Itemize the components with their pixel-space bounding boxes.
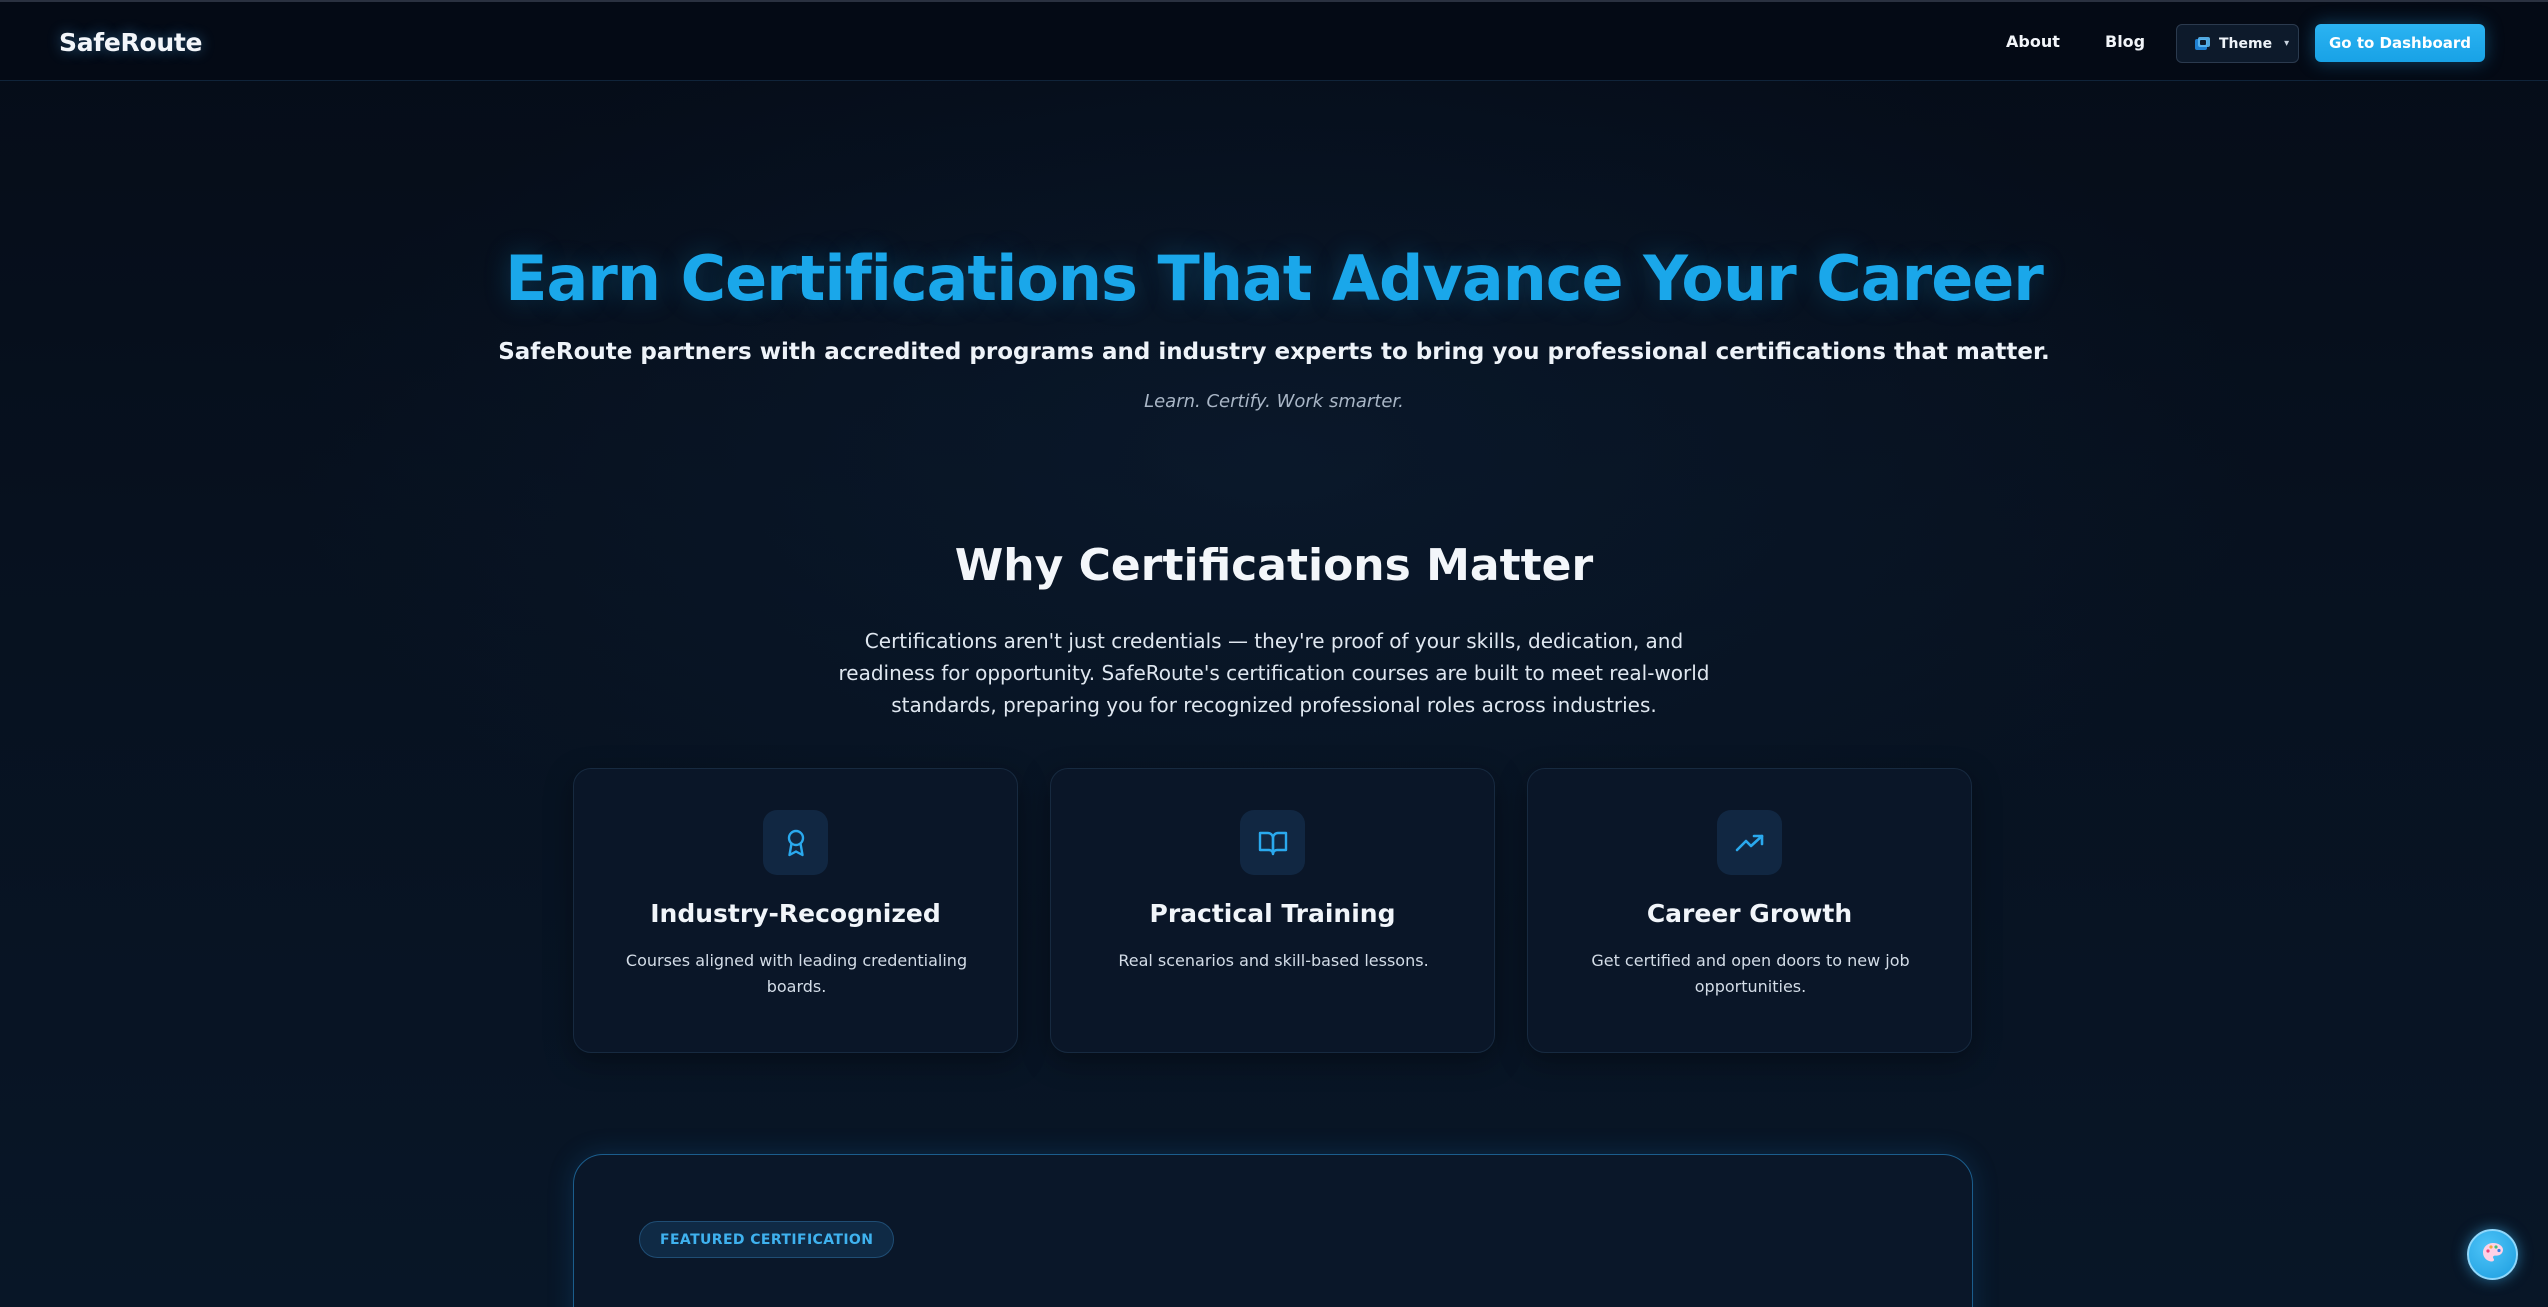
theme-palette-button[interactable] [2467,1229,2518,1280]
section-description: Certifications aren't just credentials —… [838,629,1710,717]
card-title: Career Growth [1646,899,1853,928]
card-title: Industry-Recognized [650,899,941,928]
card-description: Get certified and open doors to new job … [1591,951,1910,996]
open-book-icon [1240,810,1305,875]
feature-card-practical-training: Practical Training Real scenarios and sk… [1050,768,1495,1053]
card-description: Courses aligned with leading credentiali… [625,951,968,996]
brand-logo[interactable]: SafeRoute [59,28,202,57]
feature-card-industry-recognized: Industry-Recognized Courses aligned with… [573,768,1018,1053]
hero-tagline: Learn. Certify. Work smarter. [1144,391,1404,412]
go-to-dashboard-button[interactable]: Go to Dashboard [2315,24,2485,62]
section-title: Why Certifications Matter [954,540,1594,591]
palette-icon [2481,1241,2505,1269]
feature-card-career-growth: Career Growth Get certified and open doo… [1527,768,1972,1053]
featured-certification-panel: FEATURED CERTIFICATION [573,1154,1973,1307]
hero-title: Earn Certifications That Advance Your Ca… [505,242,2044,315]
card-title: Practical Training [1149,899,1396,928]
top-navbar: SafeRoute About Blog Theme ▾ Go to Dashb… [0,0,2548,81]
theme-label: Theme [2219,35,2273,52]
award-icon [763,810,828,875]
nav-link-about[interactable]: About [2006,32,2060,51]
theme-dropdown-button[interactable]: Theme ▾ [2176,24,2299,63]
trending-up-icon [1717,810,1782,875]
color-swatch-icon [2194,36,2211,51]
chevron-down-icon: ▾ [2284,38,2290,49]
card-description: Real scenarios and skill-based lessons. [1118,951,1429,970]
hero-subtitle: SafeRoute partners with accredited progr… [498,339,2050,365]
nav-link-blog[interactable]: Blog [2105,32,2145,51]
landing-page: SafeRoute About Blog Theme ▾ Go to Dashb… [0,0,2548,1307]
featured-badge: FEATURED CERTIFICATION [639,1221,895,1258]
